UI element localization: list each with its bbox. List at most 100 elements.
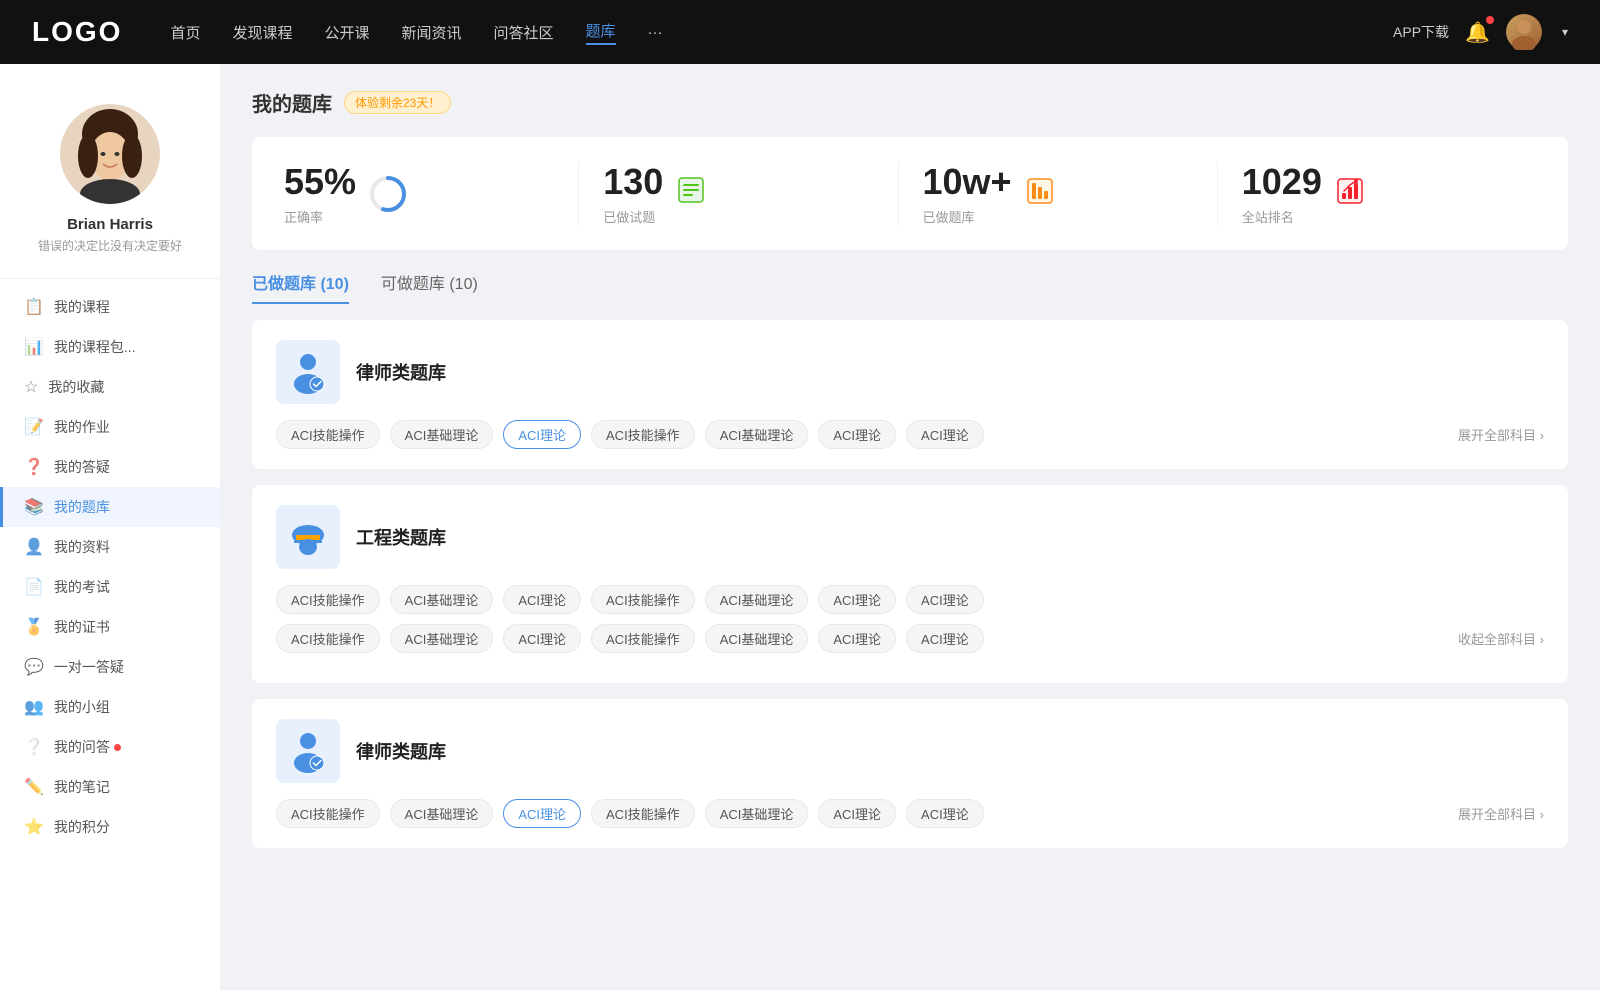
nav-link-home[interactable]: 首页 <box>170 22 200 43</box>
exam-icon: 📄 <box>24 577 44 597</box>
sidebar-label-exam: 我的考试 <box>54 577 110 597</box>
nav-link-bank[interactable]: 题库 <box>586 20 616 45</box>
sidebar-menu: 📋 我的课程 📊 我的课程包... ☆ 我的收藏 📝 我的作业 ❓ 我的答疑 📚 <box>0 279 220 855</box>
bank-icon: 📚 <box>24 497 44 517</box>
main-layout: Brian Harris 错误的决定比没有决定要好 📋 我的课程 📊 我的课程包… <box>0 64 1600 990</box>
nav-link-news[interactable]: 新闻资讯 <box>402 22 462 43</box>
sidebar-label-my-qa: 我的问答 <box>54 737 110 757</box>
nav-link-discover[interactable]: 发现课程 <box>232 22 292 43</box>
sidebar-label-profile: 我的资料 <box>54 537 110 557</box>
bank-icon-engineer <box>276 505 340 569</box>
stat-ranking-value-group: 1029 全站排名 <box>1242 161 1322 226</box>
expand-lawyer-1[interactable]: 展开全部科目 › <box>1458 425 1544 444</box>
sidebar-label-certificate: 我的证书 <box>54 617 110 637</box>
questions-icon: ❓ <box>24 457 44 477</box>
sidebar-item-group[interactable]: 👥 我的小组 <box>0 687 220 727</box>
bank-icon-lawyer-2 <box>276 719 340 783</box>
tag-eng-theory-5[interactable]: ACI理论 <box>818 624 896 653</box>
stat-done-questions: 130 已做试题 <box>578 161 897 226</box>
tag-aci-skill-2[interactable]: ACI技能操作 <box>591 420 695 449</box>
tag-aci-skill-1[interactable]: ACI技能操作 <box>276 420 380 449</box>
sidebar-item-favorites[interactable]: ☆ 我的收藏 <box>0 367 220 407</box>
tag-aci-theory-1-active[interactable]: ACI理论 <box>503 420 581 449</box>
sidebar-label-tutor: 一对一答疑 <box>54 657 124 677</box>
tag-eng-skill-4[interactable]: ACI技能操作 <box>591 624 695 653</box>
course-package-icon: 📊 <box>24 337 44 357</box>
app-download-button[interactable]: APP下载 <box>1393 22 1449 42</box>
sidebar-item-course[interactable]: 📋 我的课程 <box>0 287 220 327</box>
bank-icon-lawyer-1 <box>276 340 340 404</box>
tag-law2-basic-1[interactable]: ACI基础理论 <box>390 799 494 828</box>
sidebar-label-questions: 我的答疑 <box>54 457 110 477</box>
profile-motto: 错误的决定比没有决定要好 <box>38 237 182 254</box>
nav-link-open[interactable]: 公开课 <box>324 22 369 43</box>
favorites-icon: ☆ <box>24 377 38 397</box>
sidebar-item-certificate[interactable]: 🏅 我的证书 <box>0 607 220 647</box>
bank-tags-lawyer-1: ACI技能操作 ACI基础理论 ACI理论 ACI技能操作 ACI基础理论 AC… <box>276 420 1544 449</box>
tag-law2-theory-3[interactable]: ACI理论 <box>906 799 984 828</box>
tab-done-banks[interactable]: 已做题库 (10) <box>252 270 349 304</box>
tag-aci-theory-2[interactable]: ACI理论 <box>818 420 896 449</box>
tag-law2-skill-2[interactable]: ACI技能操作 <box>591 799 695 828</box>
tag-eng-skill-1[interactable]: ACI技能操作 <box>276 585 380 614</box>
tag-aci-theory-3[interactable]: ACI理论 <box>906 420 984 449</box>
stat-accuracy: 55% 正确率 <box>284 161 578 226</box>
tag-eng-theory-2[interactable]: ACI理论 <box>818 585 896 614</box>
tag-eng-basic-4[interactable]: ACI基础理论 <box>705 624 809 653</box>
nav-link-more[interactable]: ··· <box>648 24 663 41</box>
page-header: 我的题库 体验剩余23天！ <box>252 88 1568 117</box>
notification-badge <box>1486 16 1494 24</box>
sidebar-item-bank[interactable]: 📚 我的题库 <box>0 487 220 527</box>
tutor-icon: 💬 <box>24 657 44 677</box>
sidebar-item-notes[interactable]: ✏️ 我的笔记 <box>0 767 220 807</box>
nav-links: 首页 发现课程 公开课 新闻资讯 问答社区 题库 ··· <box>170 20 1393 45</box>
tag-law2-skill-1[interactable]: ACI技能操作 <box>276 799 380 828</box>
nav-logo: LOGO <box>32 16 122 48</box>
bell-icon: 🔔 <box>1465 22 1490 44</box>
sidebar-item-questions[interactable]: ❓ 我的答疑 <box>0 447 220 487</box>
stat-accuracy-label: 正确率 <box>284 207 356 226</box>
bank-card-header-engineer: 工程类题库 <box>276 505 1544 569</box>
stat-done-banks-label: 已做题库 <box>923 207 1012 226</box>
bank-card-lawyer-1: 律师类题库 ACI技能操作 ACI基础理论 ACI理论 ACI技能操作 ACI基… <box>252 320 1568 469</box>
collapse-engineer[interactable]: 收起全部科目 › <box>1458 629 1544 648</box>
done-banks-icon <box>1024 175 1056 212</box>
sidebar-item-points[interactable]: ⭐ 我的积分 <box>0 807 220 847</box>
navbar: LOGO 首页 发现课程 公开课 新闻资讯 问答社区 题库 ··· APP下载 … <box>0 0 1600 64</box>
tag-eng-theory-4[interactable]: ACI理论 <box>503 624 581 653</box>
tab-available-banks[interactable]: 可做题库 (10) <box>381 270 478 304</box>
tag-eng-basic-3[interactable]: ACI基础理论 <box>390 624 494 653</box>
course-icon: 📋 <box>24 297 44 317</box>
sidebar-item-course-package[interactable]: 📊 我的课程包... <box>0 327 220 367</box>
sidebar-item-my-qa[interactable]: ❔ 我的问答 <box>0 727 220 767</box>
tag-eng-basic-1[interactable]: ACI基础理论 <box>390 585 494 614</box>
tag-eng-basic-2[interactable]: ACI基础理论 <box>705 585 809 614</box>
tag-law2-theory-2[interactable]: ACI理论 <box>818 799 896 828</box>
sidebar-item-profile[interactable]: 👤 我的资料 <box>0 527 220 567</box>
sidebar-item-exam[interactable]: 📄 我的考试 <box>0 567 220 607</box>
tag-law2-theory-active[interactable]: ACI理论 <box>503 799 581 828</box>
tag-eng-skill-3[interactable]: ACI技能操作 <box>276 624 380 653</box>
tag-aci-basic-2[interactable]: ACI基础理论 <box>705 420 809 449</box>
sidebar-item-tutor[interactable]: 💬 一对一答疑 <box>0 647 220 687</box>
sidebar-label-notes: 我的笔记 <box>54 777 110 797</box>
tag-eng-theory-6[interactable]: ACI理论 <box>906 624 984 653</box>
user-avatar[interactable] <box>1506 14 1542 50</box>
bank-title-lawyer-2: 律师类题库 <box>356 738 446 764</box>
bank-tags-row-engineer-1: ACI技能操作 ACI基础理论 ACI理论 ACI技能操作 ACI基础理论 AC… <box>276 585 1544 614</box>
tag-aci-basic-1[interactable]: ACI基础理论 <box>390 420 494 449</box>
main-content: 我的题库 体验剩余23天！ 55% 正确率 <box>220 64 1600 990</box>
tag-law2-basic-2[interactable]: ACI基础理论 <box>705 799 809 828</box>
notification-bell[interactable]: 🔔 <box>1465 20 1490 45</box>
tag-eng-theory-3[interactable]: ACI理论 <box>906 585 984 614</box>
nav-link-qa[interactable]: 问答社区 <box>494 22 554 43</box>
tag-eng-theory-1[interactable]: ACI理论 <box>503 585 581 614</box>
bank-tags-lawyer-2: ACI技能操作 ACI基础理论 ACI理论 ACI技能操作 ACI基础理论 AC… <box>276 799 1544 828</box>
expand-lawyer-2[interactable]: 展开全部科目 › <box>1458 804 1544 823</box>
stat-done-questions-label: 已做试题 <box>603 207 663 226</box>
tag-eng-skill-2[interactable]: ACI技能操作 <box>591 585 695 614</box>
sidebar-label-course-package: 我的课程包... <box>54 337 136 357</box>
sidebar-item-homework[interactable]: 📝 我的作业 <box>0 407 220 447</box>
sidebar-label-homework: 我的作业 <box>54 417 110 437</box>
user-menu-chevron[interactable]: ▾ <box>1562 25 1568 39</box>
